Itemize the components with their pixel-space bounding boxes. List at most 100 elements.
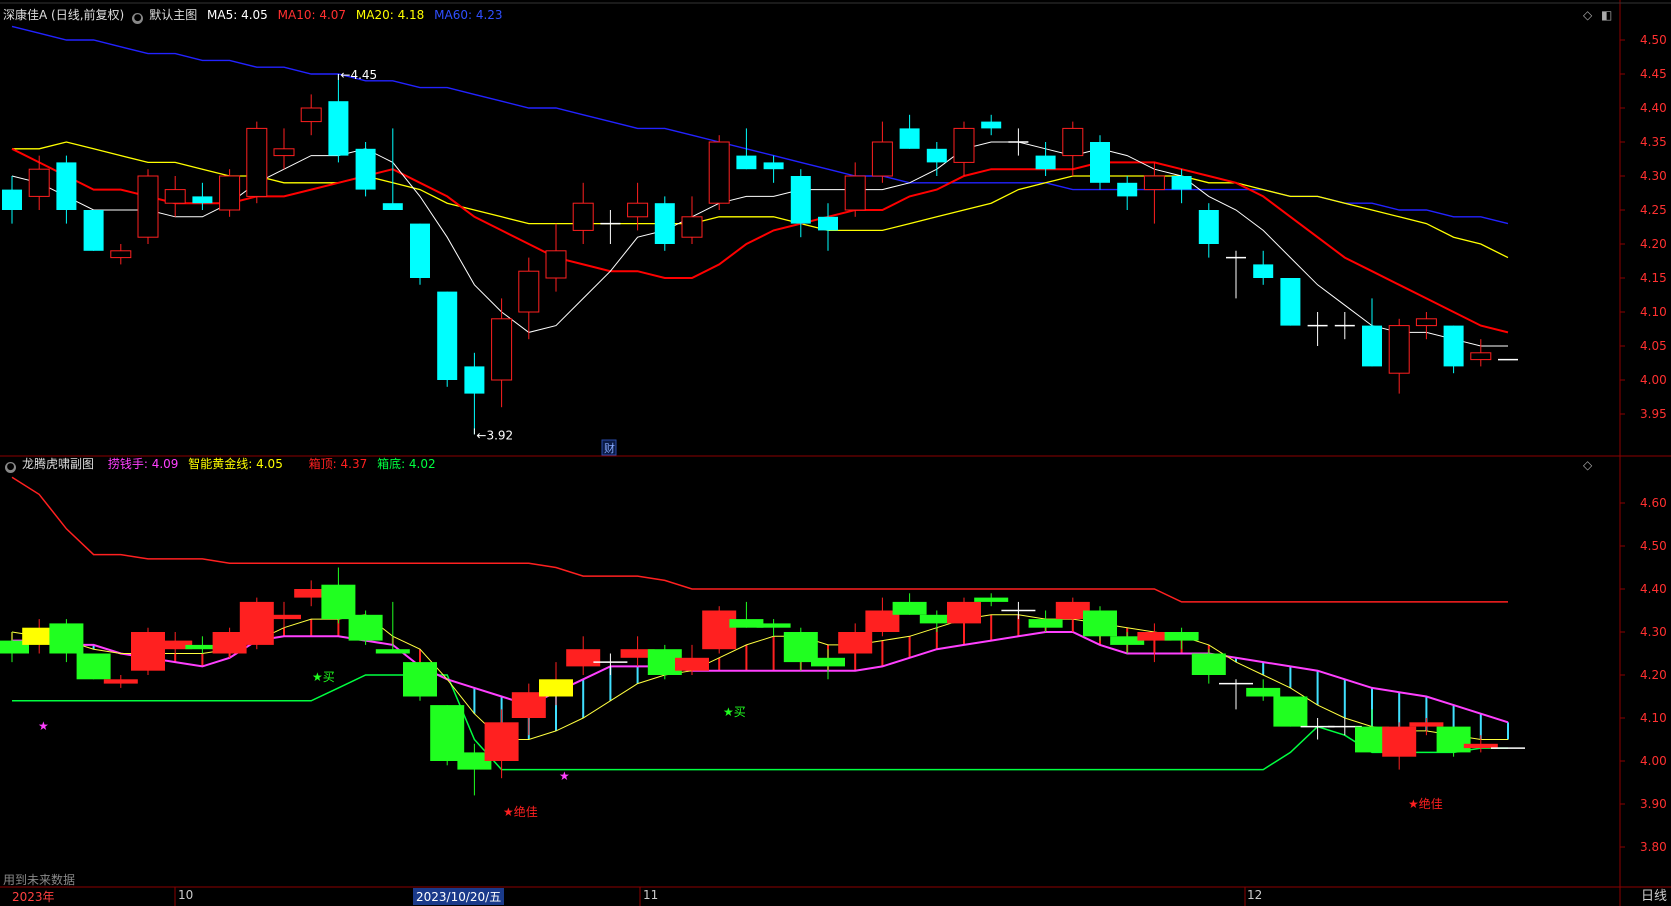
window-toggle-icon[interactable]: ◧ [1601,8,1612,22]
sub-candle-body [267,614,301,620]
sub-candle-body [947,601,981,624]
sub-candle [239,597,274,650]
sub-candle [76,653,111,680]
sub-candle [947,597,981,632]
main-chart-header: 深康佳A (日线,前复权) ● 默认主图 MA5: 4.05 MA10: 4.07 … [3,7,509,24]
price-tick-label: 4.00 [1640,373,1667,387]
stock-title[interactable]: 深康佳A (日线,前复权) [3,8,124,22]
candle-body [219,175,241,211]
sub-candle-body [321,584,356,620]
candle [28,155,50,210]
sub-indicator-name[interactable]: 龙腾虎啸副图 [22,457,94,471]
candle [763,155,784,183]
candle [1388,318,1410,394]
sub-candle-body [539,679,573,697]
candle [164,176,186,217]
sub-candle-body [702,610,737,650]
candle [844,162,866,217]
price-tick-label: 4.25 [1640,203,1667,217]
time-label-dec: 12 [1247,888,1263,902]
candle-body [1443,325,1464,367]
lao-value: 捞钱手: 4.09 [107,457,179,471]
candle [1415,312,1437,340]
candle-body [627,202,649,218]
sub-candle-body [239,601,274,645]
price-tick-label: 4.45 [1640,67,1667,81]
candle [1334,312,1355,340]
price-tick-label: 3.95 [1640,407,1667,421]
price-tick-label: 4.60 [1640,496,1667,510]
candle-body [572,202,594,231]
candle [1307,312,1328,346]
price-tick-label: 3.90 [1640,797,1667,811]
candle-body [1062,127,1084,157]
price-tick-label: 4.10 [1640,711,1667,725]
candle [545,223,567,292]
time-label-oct: 10 [178,888,194,902]
sub-candle-body [566,649,601,667]
diamond-icon[interactable]: ◇ [1583,458,1592,472]
sub-candle [1191,649,1226,684]
candle [137,169,159,244]
candle [818,203,838,251]
price-tick-label: 4.30 [1640,625,1667,639]
candle-body [1171,176,1192,190]
best-signal-1: ★绝佳 [503,804,538,819]
candle [736,128,757,170]
candle [899,114,920,149]
period-label[interactable]: 日线 [1641,885,1667,904]
candle [953,121,975,176]
candle [1253,250,1274,285]
menu-icon[interactable]: ● [5,462,16,473]
candle-body [790,176,811,224]
candle-body [273,148,295,157]
sub-candle [702,606,737,654]
candle [410,223,430,285]
crosshair-date: 2023/10/20/五 [413,888,505,905]
candle [491,298,513,408]
candle [464,352,485,435]
candle [192,182,213,210]
sub-candle-body [1436,726,1471,753]
candle-body [1253,264,1274,278]
price-tick-label: 4.00 [1640,754,1667,768]
ma10-value: MA10: 4.07 [277,8,347,22]
sub-candle-body [1164,632,1199,641]
price-tick-label: 4.40 [1640,582,1667,596]
candle-body [355,148,376,190]
sub-candle [403,662,437,701]
candle [437,291,458,387]
chart-canvas: 4.50 4.45 4.40 4.35 4.30 4.25 4.20 4.15 4.10 4.05… [0,0,1671,906]
candle [1143,162,1165,224]
sub-candle-body [103,679,138,684]
candle [926,142,947,176]
high-label: ←4.45 [340,68,377,82]
candle-body [1470,352,1492,361]
box-bottom-value: 箱底: 4.02 [377,457,436,471]
candle-body [1388,325,1410,374]
candle [1198,203,1219,258]
candle-body [28,168,50,197]
sub-candle-body [838,632,873,654]
main-indicator-name[interactable]: 默认主图 [149,8,197,22]
candle-body [1415,318,1437,327]
candle-body [1362,325,1382,367]
candle [273,128,295,170]
menu-icon[interactable]: ● [132,13,144,24]
candle-body [818,216,838,231]
candle [1443,325,1464,374]
candle [790,169,811,238]
ma20-value: MA20: 4.18 [355,8,425,22]
candle-body [83,210,104,251]
candle-body [926,148,947,163]
price-tick-label: 4.15 [1640,271,1667,285]
ma5-value: MA5: 4.05 [207,8,268,22]
sub-candle [1164,627,1199,650]
price-tick-label: 4.50 [1640,33,1667,47]
candle-body [708,141,730,204]
candle-body [56,162,77,210]
diamond-icon[interactable]: ◇ [1583,8,1592,22]
sub-candle-body [974,597,1009,602]
sub-candle-body [1409,722,1444,727]
candle-body [300,107,322,123]
